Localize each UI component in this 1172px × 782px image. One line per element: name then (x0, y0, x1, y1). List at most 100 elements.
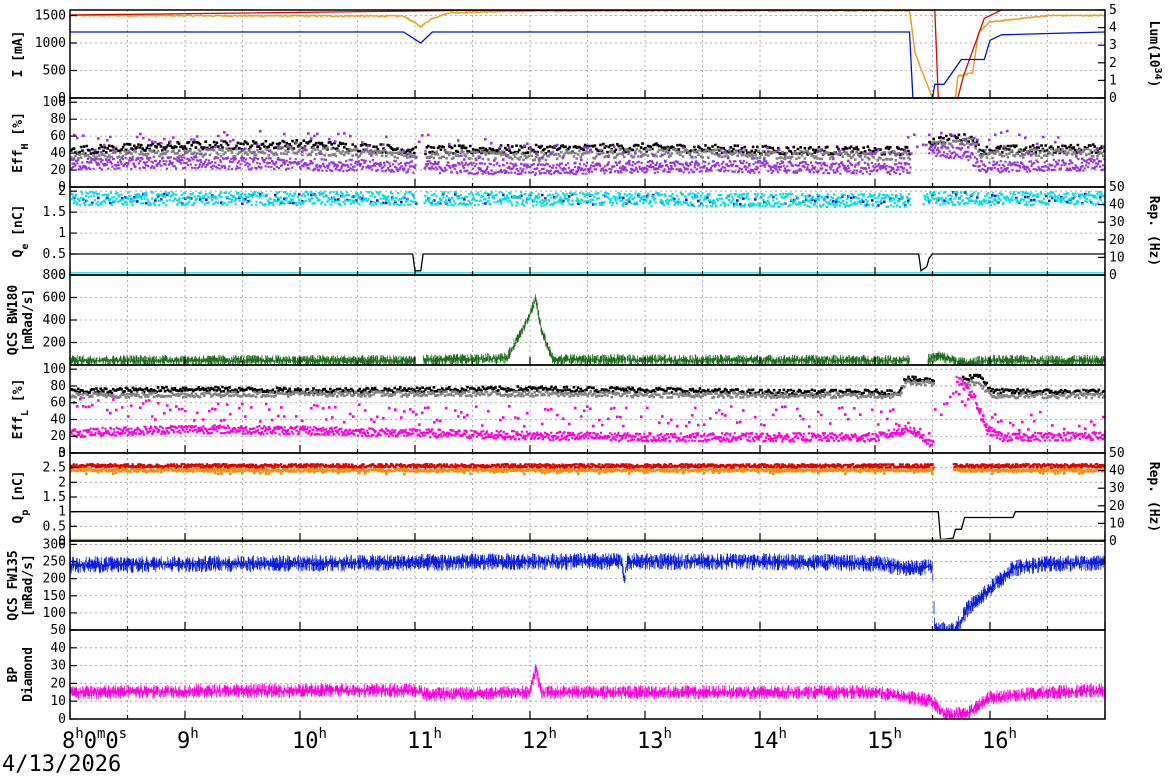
y-tick-label: 300 (43, 537, 66, 552)
y-tick-label: 40 (50, 641, 66, 656)
right-y-tick-label: 4 (1109, 21, 1117, 36)
right-y-axis-label-superscript: 34 (1153, 68, 1164, 80)
right-y-tick-label: 20 (1109, 233, 1125, 248)
y-axis-label-part: [%] (11, 379, 26, 410)
x-tick-unit: h (434, 726, 442, 742)
y-tick-label: 1.5 (43, 205, 66, 220)
right-y-tick-label: 20 (1109, 499, 1125, 514)
y-tick-label: 30 (50, 659, 66, 674)
x-tick-label: 9h (177, 726, 199, 754)
x-tick-hour: 11 (407, 729, 434, 754)
x-tick-hour: 9 (177, 729, 190, 754)
panel-qp: 00.511.522.53Qp [nC]01020304050Rep. (Hz) (11, 446, 1161, 549)
right-y-tick-label: 30 (1109, 215, 1125, 230)
y-axis-label-part: Eff (11, 149, 26, 172)
panel-effl: 020406080100EffL [%] (11, 362, 1106, 461)
y-axis-label-line: [mRad/s] (21, 554, 36, 617)
right-y-tick-label: 40 (1109, 198, 1125, 213)
panel-fw135: 50 100 150 200 250 300 QCS FW135[mRad/s] (6, 537, 1106, 638)
panel-series-group (70, 664, 1105, 719)
x-tick-hour: 16 (982, 729, 1009, 754)
right-y-tick-label: 30 (1109, 481, 1125, 496)
panel-bw180: 200 400 600 800 QCS BW180[mRad/s] (6, 268, 1106, 366)
y-axis-label-line: Diamond (21, 647, 36, 702)
y-tick-label: 2.5 (43, 461, 66, 476)
x-tick-unit: h (190, 726, 198, 742)
x-tick-unit: s (119, 726, 127, 742)
panel-series-group (70, 190, 1105, 274)
y-tick-label: 100 (43, 606, 66, 621)
y-axis-label-line: [mRad/s] (21, 289, 36, 352)
y-tick-label: 600 (43, 291, 66, 306)
y-axis-label-part: [nC] (11, 471, 26, 510)
y-tick-label: 150 (43, 589, 66, 604)
x-tick-unit: h (549, 726, 557, 742)
x-tick-value: 0 (105, 729, 118, 754)
x-tick-unit: h (319, 726, 327, 742)
y-tick-label: 200 (43, 336, 66, 351)
panel-series-group (70, 129, 1105, 187)
y-tick-label: 200 (43, 572, 66, 587)
y-tick-label: 0.5 (43, 519, 66, 534)
right-y-tick-label: 50 (1109, 180, 1125, 195)
accelerator-status-chart: 050010001500I [mA]012345Lum(1034)0204060… (6, 3, 1164, 754)
y-tick-label: 500 (43, 64, 66, 79)
right-y-tick-label: 40 (1109, 464, 1125, 479)
panel-current: 050010001500I [mA]012345Lum(1034) (11, 3, 1164, 106)
y-tick-label: 20 (50, 429, 66, 444)
y-axis-label: Qp [nC] (11, 471, 31, 524)
y-axis-label-part: Eff (11, 416, 26, 439)
y-axis-label: EffH [%] (11, 112, 31, 173)
y-axis-label: Qe [nC] (11, 205, 31, 258)
y-axis-label: BPDiamond (6, 647, 36, 702)
right-y-tick-label: 0 (1109, 91, 1117, 106)
date-label: 4/13/2026 (2, 752, 122, 777)
x-tick-unit: m (97, 726, 105, 742)
y-axis-label: EffL [%] (11, 379, 31, 440)
y-tick-label: 100 (43, 362, 66, 377)
right-y-axis-label: Rep. (Hz) (1146, 196, 1161, 266)
panel-effh: 020406080100EffH [%] (11, 95, 1106, 195)
y-tick-label: 40 (50, 412, 66, 427)
y-tick-label: 60 (50, 129, 66, 144)
x-tick-hour: 12 (522, 729, 549, 754)
y-tick-label: 20 (50, 676, 66, 691)
series-qe-1 (70, 190, 1105, 209)
y-tick-label: 1 (58, 226, 66, 241)
y-tick-label: 2 (58, 184, 66, 199)
x-tick-unit: h (75, 726, 83, 742)
right-y-tick-label: 3 (1109, 38, 1117, 53)
y-tick-label: 60 (50, 396, 66, 411)
y-tick-label: 20 (50, 163, 66, 178)
x-tick-hour: 10 (292, 729, 319, 754)
right-y-axis-label: Rep. (Hz) (1146, 462, 1161, 532)
x-tick-label: 16h (982, 726, 1017, 754)
y-tick-label: 0.5 (43, 247, 66, 262)
y-tick-label: 1500 (35, 9, 66, 24)
x-tick-unit: h (1009, 726, 1017, 742)
y-axis-label-line: QCS BW180 (6, 285, 21, 356)
panel-bp: 0 10 20 30 40 BPDiamond (6, 629, 1106, 727)
right-y-axis-label-part: ) (1146, 80, 1161, 88)
x-tick-unit: h (664, 726, 672, 742)
x-tick-label: 15h (867, 726, 902, 754)
right-y-axis-label: Lum(1034) (1146, 21, 1164, 88)
right-y-tick-label: 10 (1109, 516, 1125, 531)
y-tick-label: 2 (58, 475, 66, 490)
right-y-tick-label: 2 (1109, 56, 1117, 71)
y-tick-label: 250 (43, 555, 66, 570)
x-tick-hour: 8 (62, 729, 75, 754)
x-tick-label: 10h (292, 726, 327, 754)
y-tick-label: 40 (50, 146, 66, 161)
y-tick-label: 400 (43, 313, 66, 328)
series-qp-1 (70, 467, 1105, 473)
y-axis-label-part: Q (11, 516, 26, 524)
panel-frame (69, 364, 1106, 454)
series-bp-0 (70, 664, 1105, 719)
y-axis-label-line: BP (6, 667, 21, 683)
x-tick-unit: h (894, 726, 902, 742)
right-y-tick-label: 5 (1109, 3, 1117, 18)
y-tick-label: 80 (50, 112, 66, 127)
right-y-tick-label: 50 (1109, 446, 1125, 461)
y-tick-label: 3 (58, 446, 66, 461)
